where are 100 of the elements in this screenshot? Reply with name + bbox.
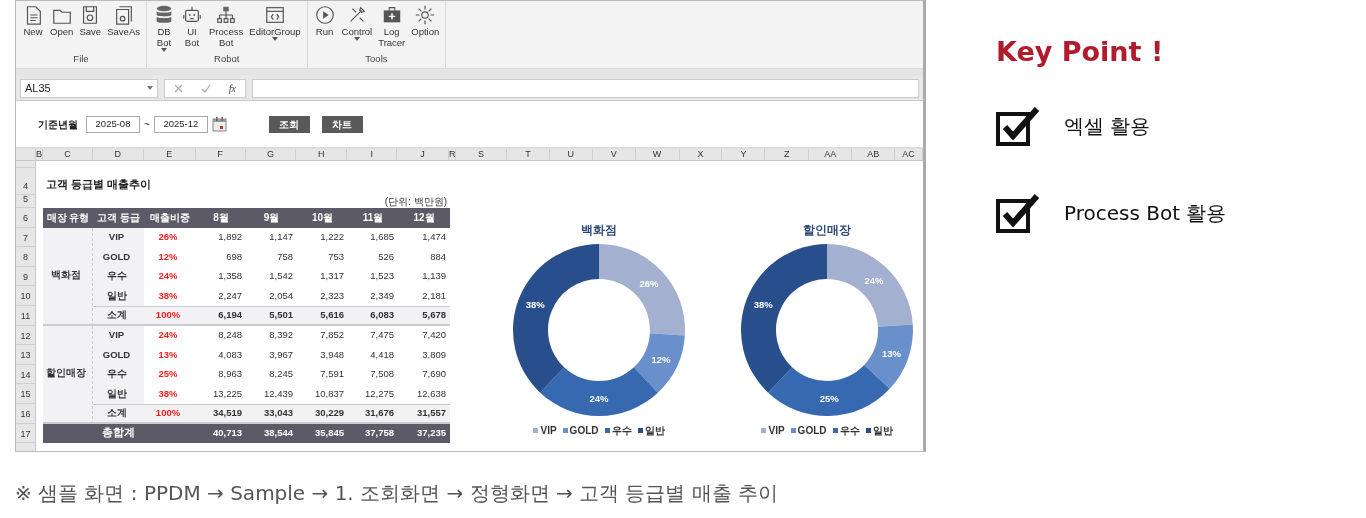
toolbar-button[interactable]: Option	[409, 1, 442, 52]
toolbar-button[interactable]: Log Tracer	[376, 1, 408, 52]
table-cell-text: 12%	[157, 249, 179, 264]
table-cell-text: 3,967	[268, 347, 294, 362]
row-header[interactable]: 13	[16, 345, 35, 365]
table-cell-text: 7,852	[319, 328, 345, 343]
table-cell-text: 38%	[157, 289, 179, 304]
table-cell: VIP	[93, 227, 144, 248]
name-box[interactable]: AL35	[20, 78, 158, 98]
column-header[interactable]: Z	[765, 149, 810, 160]
caption-text: ※ 샘플 화면 : PPDM → Sample → 1. 조회화면 → 정형화면 → 고객 등급별 매출 추이	[15, 480, 780, 507]
table-cell-text: 526	[377, 249, 395, 264]
function-button[interactable]: fx	[228, 80, 236, 96]
row-header[interactable]: 15	[16, 384, 35, 404]
toolbar-button[interactable]: UI Bot	[179, 1, 205, 52]
toolbar-button[interactable]: EditorGroup	[247, 1, 303, 52]
legend-label: VIP	[540, 424, 557, 438]
group-label: Tools	[365, 51, 388, 66]
table-cell: 40,713	[196, 423, 246, 444]
table-cell-text: 25%	[157, 367, 179, 382]
toolbar-button[interactable]: SaveAs	[105, 1, 142, 52]
table-cell-text: 2,181	[421, 289, 447, 304]
table-cell-text: 1,358	[217, 269, 243, 284]
row-header[interactable]: 4	[16, 168, 35, 195]
key-point-text: Process Bot 활용	[1064, 200, 1227, 227]
column-header[interactable]: B	[35, 149, 43, 160]
column-header[interactable]: U	[549, 149, 593, 160]
table-cell: 5,501	[246, 305, 297, 326]
table-cell-text: 3,948	[319, 347, 345, 362]
row-header[interactable]: 6	[16, 208, 35, 228]
table-cell-text: 884	[429, 249, 447, 264]
legend-label: VIP	[768, 424, 785, 438]
date-field[interactable]: 2025-08	[86, 115, 140, 133]
legend-swatch-icon	[604, 428, 610, 433]
row-header[interactable]: 10	[16, 286, 35, 306]
toolbar-button[interactable]: Control	[339, 1, 375, 52]
column-header[interactable]: I	[347, 149, 398, 160]
column-header[interactable]: D	[92, 149, 144, 160]
column-header[interactable]: S	[456, 149, 507, 160]
table-cell-text: 2,054	[268, 289, 294, 304]
search-button[interactable]: 조회	[268, 115, 310, 133]
table-cell: 37,235	[398, 423, 450, 444]
date-field[interactable]: 2025-12	[153, 115, 208, 133]
table-cell: 100%	[144, 305, 196, 326]
table-cell-text: 8,245	[268, 367, 294, 382]
table-cell: VIP	[93, 325, 144, 346]
table-cell-text: 24%	[157, 328, 179, 343]
table-cell-text: 7,508	[369, 367, 395, 382]
unit-label: (단위: 백만원)	[384, 196, 447, 207]
column-heading: 매출비중	[144, 208, 196, 228]
check-icon[interactable]	[200, 83, 211, 93]
column-header[interactable]: W	[635, 149, 680, 160]
column-header[interactable]: V	[592, 149, 636, 160]
table-cell-text: 7,690	[421, 367, 447, 382]
legend-swatch-icon	[562, 428, 568, 433]
column-header[interactable]: AA	[809, 149, 853, 160]
table-cell: 총합계	[43, 423, 196, 444]
calendar-icon[interactable]	[211, 116, 227, 132]
column-header[interactable]: AB	[852, 149, 896, 160]
toolbar-button[interactable]: Save	[77, 1, 104, 52]
column-header[interactable]: Y	[722, 149, 766, 160]
toolbar-button[interactable]: Process Bot	[207, 1, 246, 52]
column-header[interactable]: G	[245, 149, 297, 160]
table-cell: 35,845	[297, 423, 348, 444]
data-label: 13%	[882, 347, 901, 359]
column-heading: 매장 유형	[43, 208, 93, 228]
column-header[interactable]: C	[42, 149, 93, 160]
close-icon[interactable]	[173, 83, 183, 93]
column-heading: 고객 등급	[93, 208, 144, 228]
column-header[interactable]: X	[679, 149, 723, 160]
column-header[interactable]: E	[143, 149, 196, 160]
table-cell-text: 1,892	[217, 230, 243, 245]
column-header[interactable]: F	[195, 149, 246, 160]
table-cell-text: 758	[276, 249, 294, 264]
toolbar-button[interactable]: DB Bot	[151, 1, 177, 52]
formula-input[interactable]	[252, 78, 919, 98]
column-header[interactable]: T	[506, 149, 550, 160]
sheet-title: 고객 등급별 매출추이	[46, 176, 152, 192]
row-header[interactable]: 16	[16, 403, 35, 424]
table-cell-text: 1,523	[369, 269, 395, 284]
data-label: 38%	[753, 299, 773, 311]
row-header[interactable]: 12	[16, 325, 35, 346]
toolbar-button[interactable]: Run	[311, 1, 338, 52]
toolbar-button[interactable]: New	[20, 1, 46, 52]
column-header[interactable]: R	[449, 149, 457, 160]
table-cell-text: 10,837	[313, 387, 345, 401]
caret-icon	[147, 86, 153, 90]
row-header[interactable]: 17	[16, 423, 35, 444]
row-header[interactable]: 9	[16, 266, 35, 287]
row-header[interactable]: 5	[16, 195, 35, 208]
row-header[interactable]: 8	[16, 247, 35, 267]
row-header[interactable]: 14	[16, 364, 35, 385]
column-header[interactable]: H	[296, 149, 348, 160]
table-cell-text: 1,317	[319, 269, 345, 284]
chart-button[interactable]: 차트	[321, 115, 363, 133]
row-header[interactable]: 7	[16, 227, 35, 248]
toolbar-button[interactable]: Open	[48, 1, 76, 52]
column-header[interactable]: J	[397, 149, 450, 160]
row-header[interactable]: 11	[16, 305, 35, 326]
column-header[interactable]: AC	[895, 149, 923, 160]
